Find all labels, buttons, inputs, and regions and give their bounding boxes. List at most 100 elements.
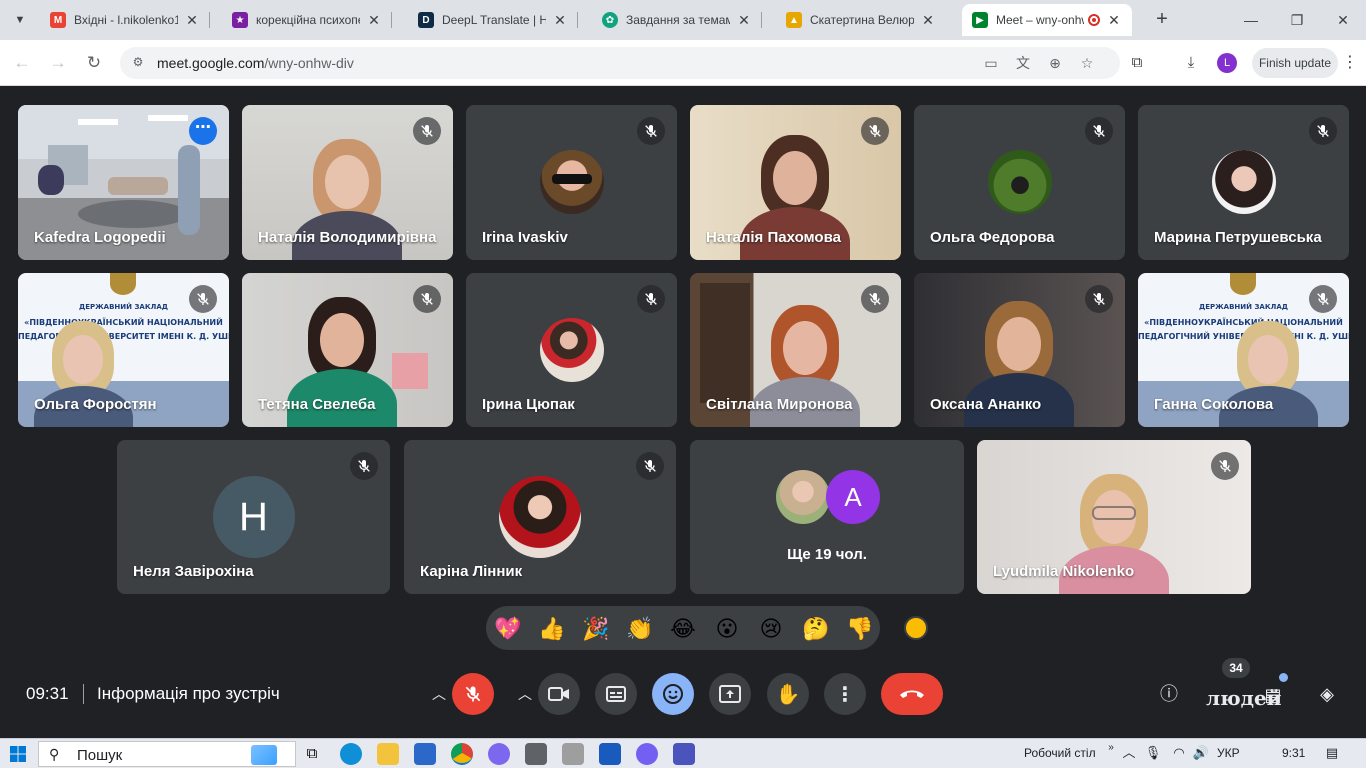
close-icon[interactable]: ✕ [552, 12, 568, 29]
participant-name: Тетяна Свелеба [258, 396, 376, 413]
activities-icon[interactable]: ◈ [1313, 680, 1341, 708]
taskbar-search-input[interactable]: ⚲ Пошук [38, 741, 296, 767]
language-indicator[interactable]: УКР [1217, 746, 1240, 760]
word-icon[interactable] [599, 743, 621, 765]
reaction-emoji[interactable]: 🎉 [582, 616, 609, 642]
reaction-emoji[interactable]: 👏 [626, 616, 653, 642]
tab-search-chevron-icon[interactable]: ▼ [8, 8, 32, 32]
participant-tile[interactable]: Irina Ivaskiv [466, 105, 677, 260]
restore-icon[interactable]: ❐ [1274, 6, 1320, 34]
reaction-emoji[interactable]: 💖 [494, 616, 521, 642]
audio-options-chevron-icon[interactable]: ︿ [426, 681, 452, 707]
extensions-icon[interactable]: ⧉ [1126, 52, 1148, 74]
participant-tile[interactable]: Ірина Цюпак [466, 273, 677, 427]
new-tab-button[interactable]: + [1150, 8, 1174, 32]
profile-avatar[interactable]: L [1217, 53, 1237, 73]
app-icon[interactable] [488, 743, 510, 765]
skin-tone-selector[interactable] [904, 616, 928, 640]
notifications-icon[interactable]: ▤ [1323, 744, 1341, 762]
mic-toggle-button[interactable] [452, 673, 494, 715]
windows-start-icon[interactable] [10, 746, 26, 762]
participant-tile[interactable]: Оксана Ананко [914, 273, 1125, 427]
wifi-icon[interactable]: ◠ [1170, 744, 1188, 762]
present-screen-button[interactable] [709, 673, 751, 715]
participant-tile[interactable]: ДЕРЖАВНИЙ ЗАКЛАД «ПІВДЕННОУКРАЇНСЬКИЙ НАЦ… [18, 273, 229, 427]
browser-tab-deepl[interactable]: D DeepL Translate | Найточніший ✕ [408, 4, 578, 36]
minimize-icon[interactable]: — [1228, 6, 1274, 34]
bookmark-star-icon[interactable]: ☆ [1078, 54, 1096, 72]
reactions-button[interactable] [652, 673, 694, 715]
close-icon[interactable]: ✕ [920, 12, 936, 29]
browser-tab-bookmark[interactable]: ★ корекційна психопедагогіка ✕ [222, 4, 392, 36]
participant-tile[interactable]: Каріна Лінник [404, 440, 676, 594]
forward-arrow-icon[interactable]: → [46, 51, 70, 75]
browser-tab-chatgpt[interactable]: ✿ Завдання за темами ✕ [592, 4, 762, 36]
file-explorer-icon[interactable] [377, 743, 399, 765]
close-icon[interactable]: ✕ [366, 12, 382, 29]
captions-icon [606, 686, 626, 702]
more-participants-tile[interactable]: A Ще 19 чол. [690, 440, 964, 594]
browser-tab-meet[interactable]: ▶ Meet – wny-onhw-div ✕ [962, 4, 1132, 36]
zoom-icon[interactable]: ⊕ [1046, 54, 1064, 72]
translate-icon[interactable]: 文 [1014, 54, 1032, 72]
browser-tab-shop[interactable]: ▲ Скатертина Велюр Атлас ✕ [776, 4, 946, 36]
calculator-icon[interactable] [525, 743, 547, 765]
address-bar[interactable]: ⚙ meet.google.com/wny-onhw-div ▭ 文 ⊕ ☆ [120, 47, 1120, 79]
browser-menu-icon[interactable]: ⋮ [1340, 52, 1360, 74]
browser-toolbar: ← → ↻ ⚙ meet.google.com/wny-onhw-div ▭ 文… [0, 40, 1366, 86]
taskbar-clock[interactable]: 9:31 [1282, 746, 1305, 760]
tile-options-button[interactable]: ⋯ [189, 117, 217, 145]
edge-icon[interactable] [340, 743, 362, 765]
chat-icon[interactable]: ▤ [1259, 681, 1287, 709]
more-options-button[interactable]: ⋮ [824, 673, 866, 715]
participant-tile[interactable]: Марина Петрушевська [1138, 105, 1349, 260]
participant-tile[interactable]: ⋯ Kafedra Logopedii [18, 105, 229, 260]
browser-tab-gmail[interactable]: M Вхідні - l.nikolenko1@ ✕ [40, 4, 210, 36]
reaction-emoji[interactable]: 👍 [538, 616, 565, 642]
download-icon[interactable]: ⤓ [1180, 52, 1202, 74]
reaction-emoji[interactable]: 😢 [758, 616, 784, 642]
viber-icon[interactable] [636, 743, 658, 765]
participant-tile[interactable]: Lyudmila Nikolenko [977, 440, 1251, 594]
meeting-details-icon[interactable]: ⓘ [1155, 680, 1183, 708]
microphone-icon[interactable]: 🎙 [1144, 744, 1162, 762]
finish-update-button[interactable]: Finish update [1252, 48, 1338, 78]
chrome-icon[interactable] [451, 743, 473, 765]
reaction-emoji[interactable]: 😮 [714, 616, 740, 642]
reload-icon[interactable]: ↻ [82, 51, 106, 75]
volume-icon[interactable]: 🔊 [1192, 744, 1210, 762]
reaction-emoji[interactable]: 👎 [846, 616, 873, 642]
participant-tile[interactable]: ДЕРЖАВНИЙ ЗАКЛАД «ПІВДЕННОУКРАЇНСЬКИЙ НАЦ… [1138, 273, 1349, 427]
participant-tile[interactable]: Ольга Федорова [914, 105, 1125, 260]
participant-tile[interactable]: Тетяна Свелеба [242, 273, 453, 427]
chevron-up-icon[interactable]: ︿ [1120, 744, 1138, 762]
search-placeholder: Пошук [77, 747, 123, 764]
participant-avatar [499, 476, 581, 558]
camera-toggle-button[interactable] [538, 673, 580, 715]
chevron-double-icon[interactable]: » [1102, 739, 1120, 757]
camera-indicator-icon[interactable]: ▭ [982, 54, 1000, 72]
participant-tile[interactable]: Наталія Пахомова [690, 105, 901, 260]
hang-up-icon [900, 690, 924, 698]
usb-icon[interactable] [562, 743, 584, 765]
meeting-info-label[interactable]: Інформація про зустріч [97, 684, 280, 704]
reaction-emoji[interactable]: 😂 [670, 616, 696, 642]
desktop-label[interactable]: Робочий стіл [1024, 746, 1096, 760]
close-icon[interactable]: ✕ [184, 12, 200, 29]
captions-button[interactable] [595, 673, 637, 715]
raise-hand-button[interactable]: ✋ [767, 673, 809, 715]
close-icon[interactable]: ✕ [1106, 12, 1122, 29]
site-info-icon[interactable]: ⚙ [130, 55, 146, 71]
close-icon[interactable]: ✕ [736, 12, 752, 29]
teams-icon[interactable] [673, 743, 695, 765]
store-icon[interactable] [414, 743, 436, 765]
participant-tile[interactable]: Наталія Володимирівна [242, 105, 453, 260]
close-window-icon[interactable]: ✕ [1320, 6, 1366, 34]
video-options-chevron-icon[interactable]: ︿ [512, 681, 538, 707]
leave-call-button[interactable] [881, 673, 943, 715]
task-view-icon[interactable]: ⧉ [301, 743, 323, 765]
back-arrow-icon[interactable]: ← [10, 51, 34, 75]
reaction-emoji[interactable]: 🤔 [802, 616, 829, 642]
participant-tile[interactable]: Світлана Миронова [690, 273, 901, 427]
participant-tile[interactable]: Н Неля Завірохіна [117, 440, 390, 594]
